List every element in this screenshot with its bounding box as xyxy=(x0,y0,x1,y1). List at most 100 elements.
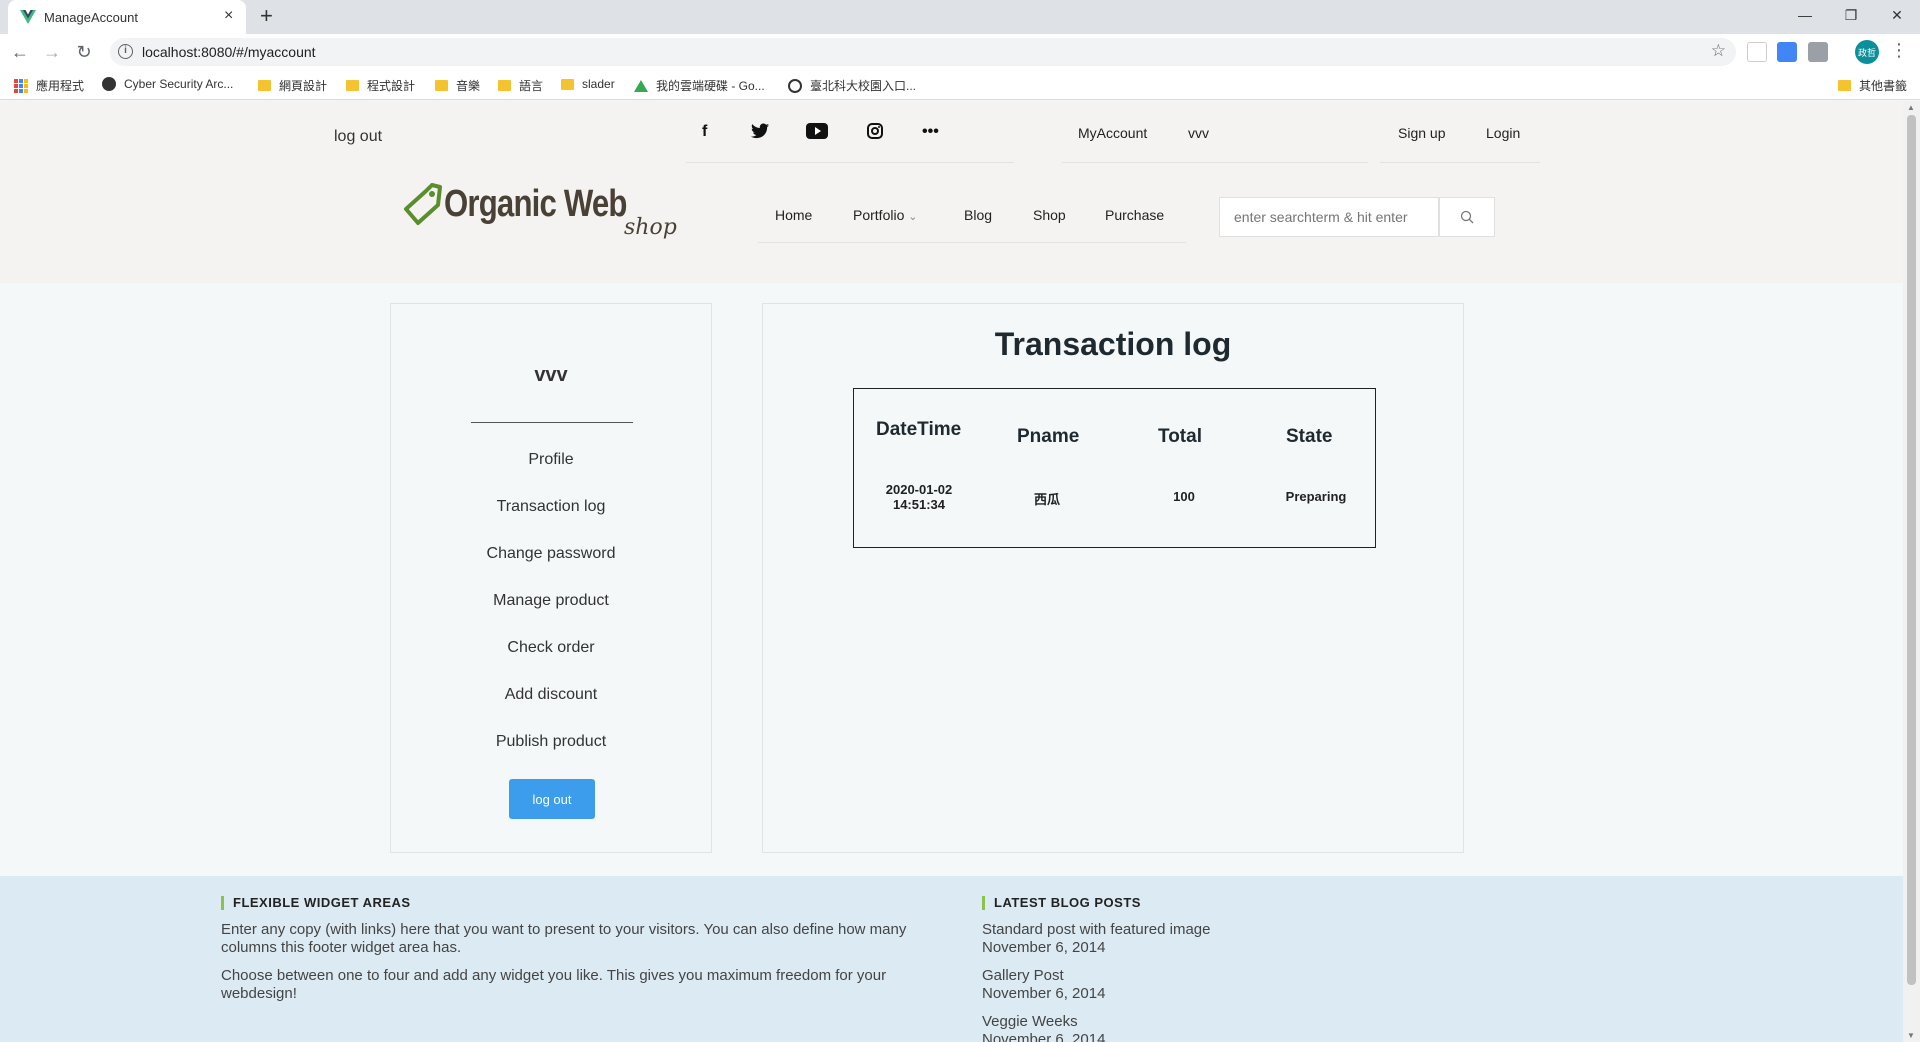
sidebar-item-change-password[interactable]: Change password xyxy=(391,545,711,563)
column-header-total: Total xyxy=(1158,426,1202,447)
bookmark-folder-web[interactable]: 網頁設計 xyxy=(258,77,327,94)
search-input[interactable] xyxy=(1219,197,1439,237)
nav-shop[interactable]: Shop xyxy=(1033,207,1066,223)
sidebar-item-check-order[interactable]: Check order xyxy=(391,639,711,657)
back-icon[interactable]: ← xyxy=(8,40,32,64)
sidebar-item-profile[interactable]: Profile xyxy=(391,451,711,469)
address-bar-row: ← → ↻ i localhost:8080/#/myaccount ☆ 政哲 … xyxy=(0,34,1920,70)
sidebar-item-transaction-log[interactable]: Transaction log xyxy=(391,498,711,516)
footer-left-paragraph-1: Enter any copy (with links) here that yo… xyxy=(221,921,907,956)
column-header-state: State xyxy=(1286,426,1333,447)
folder-icon xyxy=(498,80,511,91)
minimize-icon[interactable]: — xyxy=(1782,0,1828,30)
page-scrollbar[interactable]: ▲ ▼ xyxy=(1903,101,1920,1042)
logo-main-text: Organic Web xyxy=(444,183,627,225)
top-logout-link[interactable]: log out xyxy=(334,128,382,146)
nav-portfolio[interactable]: Portfolio ⌄ xyxy=(853,207,917,223)
site-info-icon[interactable]: i xyxy=(118,44,133,59)
transaction-table: DateTime Pname Total State 2020-01-02 14… xyxy=(853,388,1376,548)
folder-icon xyxy=(258,80,271,91)
folder-icon xyxy=(435,80,448,91)
apps-grid-icon xyxy=(14,78,28,93)
search-icon xyxy=(1460,210,1474,224)
bookmark-cyber-security[interactable]: Cyber Security Arc... xyxy=(102,77,233,91)
drive-icon xyxy=(634,79,648,92)
scrollbar-thumb[interactable] xyxy=(1907,115,1916,985)
browser-menu-icon[interactable]: ⋮ xyxy=(1890,40,1908,61)
nav-blog[interactable]: Blog xyxy=(964,207,992,223)
bookmark-ntut-portal[interactable]: 臺北科大校園入口... xyxy=(788,77,916,94)
site-footer: FLEXIBLE WIDGET AREAS Enter any copy (wi… xyxy=(0,876,1903,1042)
account-sidebar: vvv Profile Transaction log Change passw… xyxy=(390,303,712,853)
footer-right-heading: LATEST BLOG POSTS xyxy=(982,896,1141,910)
social-links: f ••• xyxy=(686,119,1014,163)
table-cell-pname: 西瓜 xyxy=(1033,492,1060,507)
tab-close-icon[interactable]: × xyxy=(224,7,233,25)
scroll-down-icon[interactable]: ▼ xyxy=(1907,1031,1915,1040)
new-tab-button[interactable]: + xyxy=(260,5,273,27)
chevron-down-icon: ⌄ xyxy=(908,211,918,223)
logo-sub-text: shop xyxy=(624,215,677,240)
more-icon[interactable]: ••• xyxy=(922,123,939,141)
page-viewport: log out f ••• MyAccount vvv Sign up Logi… xyxy=(0,101,1903,1042)
blog-post-date: November 6, 2014 xyxy=(982,985,1106,1002)
blog-post-link[interactable]: Gallery Post xyxy=(982,967,1064,985)
url-input[interactable]: i localhost:8080/#/myaccount ☆ xyxy=(110,38,1736,66)
twitter-icon[interactable] xyxy=(751,123,769,144)
account-links: MyAccount vvv xyxy=(1062,119,1368,163)
folder-icon xyxy=(561,78,574,90)
extension-download-icon[interactable] xyxy=(1747,42,1767,62)
site-header: log out f ••• MyAccount vvv Sign up Logi… xyxy=(0,101,1903,283)
blog-post-date: November 6, 2014 xyxy=(982,939,1106,956)
table-cell-state: Preparing xyxy=(1285,489,1347,504)
tab-title: ManageAccount xyxy=(44,10,138,25)
column-header-datetime: DateTime xyxy=(876,419,962,440)
vue-favicon-icon xyxy=(20,10,36,24)
folder-icon xyxy=(346,80,359,91)
bookmark-folder-music[interactable]: 音樂 xyxy=(435,77,480,94)
username-link[interactable]: vvv xyxy=(1188,125,1209,141)
nav-home[interactable]: Home xyxy=(775,207,812,223)
facebook-icon[interactable]: f xyxy=(702,123,707,141)
logout-button[interactable]: log out xyxy=(509,779,595,819)
sidebar-item-manage-product[interactable]: Manage product xyxy=(391,592,711,610)
instagram-icon[interactable] xyxy=(867,123,883,144)
search-button[interactable] xyxy=(1439,197,1495,237)
extension-translate-icon[interactable] xyxy=(1777,42,1797,62)
profile-avatar[interactable]: 政哲 xyxy=(1855,40,1879,64)
bookmark-google-drive[interactable]: 我的雲端硬碟 - Go... xyxy=(634,77,765,94)
site-logo[interactable]: Organic Web shop xyxy=(402,179,692,249)
bookmark-folder-programming[interactable]: 程式設計 xyxy=(346,77,415,94)
sidebar-item-publish-product[interactable]: Publish product xyxy=(391,733,711,751)
bookmark-other[interactable]: 其他書籤 xyxy=(1838,77,1907,94)
blog-post-link[interactable]: Standard post with featured image xyxy=(982,921,1210,939)
bookmarks-bar: 應用程式 Cyber Security Arc... 網頁設計 程式設計 音樂 … xyxy=(0,70,1920,100)
forward-icon[interactable]: → xyxy=(40,40,64,64)
signup-link[interactable]: Sign up xyxy=(1398,125,1445,141)
bookmark-folder-language[interactable]: 語言 xyxy=(498,77,543,94)
sidebar-item-add-discount[interactable]: Add discount xyxy=(391,686,711,704)
footer-left-paragraph-2: Choose between one to four and add any w… xyxy=(221,967,887,1002)
browser-tabstrip: ManageAccount × + — ❐ ✕ xyxy=(0,0,1920,34)
restore-icon[interactable]: ❐ xyxy=(1828,0,1874,30)
bookmark-apps[interactable]: 應用程式 xyxy=(14,77,84,94)
auth-links: Sign up Login xyxy=(1380,119,1540,163)
bookmark-folder-slader[interactable]: slader xyxy=(561,77,615,91)
login-link[interactable]: Login xyxy=(1486,125,1520,141)
blog-post-link[interactable]: Veggie Weeks xyxy=(982,1013,1078,1031)
sidebar-divider xyxy=(471,422,633,423)
browser-tab[interactable]: ManageAccount × xyxy=(8,0,246,34)
reload-icon[interactable]: ↻ xyxy=(72,40,96,64)
url-text: localhost:8080/#/myaccount xyxy=(142,44,316,60)
site-icon xyxy=(102,77,116,91)
transaction-panel: Transaction log DateTime Pname Total Sta… xyxy=(762,303,1464,853)
close-window-icon[interactable]: ✕ xyxy=(1874,0,1920,30)
globe-icon xyxy=(788,78,802,93)
scroll-up-icon[interactable]: ▲ xyxy=(1907,103,1915,112)
extension-cast-icon[interactable] xyxy=(1808,42,1828,62)
footer-left-heading: FLEXIBLE WIDGET AREAS xyxy=(221,896,411,910)
my-account-link[interactable]: MyAccount xyxy=(1078,125,1147,141)
youtube-icon[interactable] xyxy=(806,123,828,144)
bookmark-star-icon[interactable]: ☆ xyxy=(1711,41,1726,61)
nav-purchase[interactable]: Purchase xyxy=(1105,207,1164,223)
